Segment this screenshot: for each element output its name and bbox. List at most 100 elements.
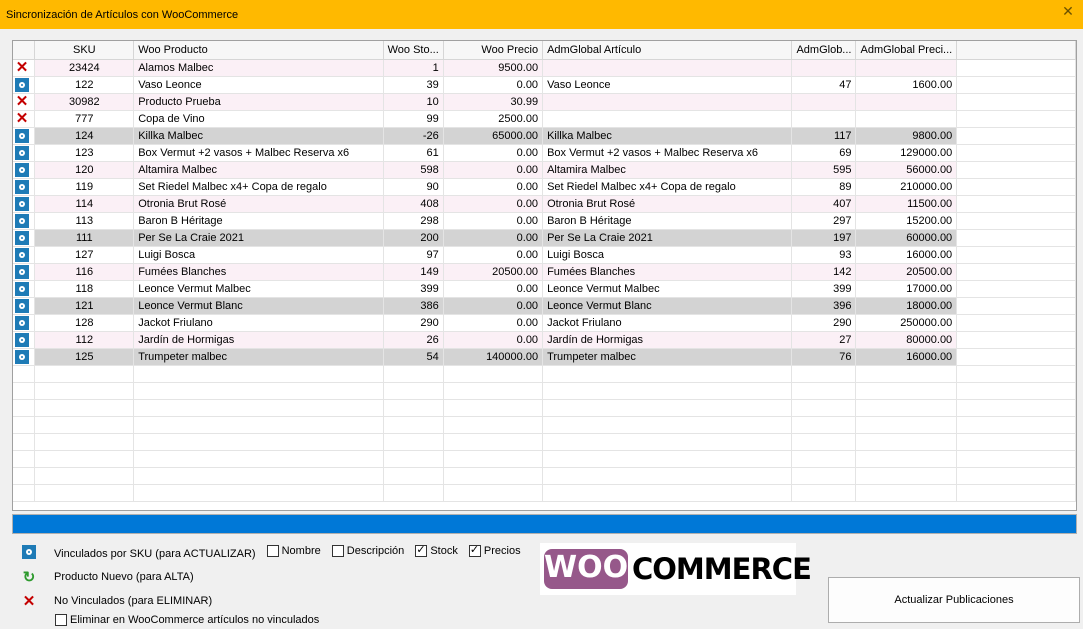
- cell-woo-producto: Copa de Vino: [133, 110, 384, 128]
- table-header: SKU Woo Producto Woo Sto... Woo Precio A…: [13, 41, 1076, 60]
- cell-admglobal-precio: 129000.00: [855, 144, 958, 162]
- cell-woo-stock: 39: [383, 76, 444, 94]
- checkbox-precios[interactable]: Precios: [468, 543, 521, 557]
- cell-woo-precio: 0.00: [443, 314, 544, 332]
- table-row[interactable]: 125 Trumpeter malbec 54 140000.00 Trumpeter …: [13, 348, 1076, 366]
- checkbox-stock[interactable]: Stock: [415, 543, 458, 557]
- checkbox-stock-box[interactable]: [415, 543, 428, 557]
- delete-unlinked-checkbox[interactable]: [55, 614, 67, 626]
- cell-admglobal-articulo: [542, 59, 793, 77]
- cell-woo-producto: Producto Prueba: [133, 93, 384, 111]
- cell-woo-producto: Luigi Bosca: [133, 246, 384, 264]
- table-row[interactable]: 123 Box Vermut +2 vasos + Malbec Reserva …: [13, 144, 1076, 162]
- table-row[interactable]: 127 Luigi Bosca 97 0.00 Luigi Bosca 93 16000.0…: [13, 246, 1076, 264]
- cell-woo-precio: 0.00: [443, 297, 544, 315]
- empty-cell: [34, 484, 135, 502]
- header-woo-stock[interactable]: Woo Sto...: [383, 41, 444, 60]
- header-filler: [956, 41, 1076, 60]
- empty-cell: [13, 433, 36, 451]
- cell-sku: 123: [34, 144, 135, 162]
- empty-cell: [383, 450, 444, 468]
- empty-cell: [956, 382, 1076, 400]
- table-row[interactable]: 118 Leonce Vermut Malbec 399 0.00 Leonce Ver…: [13, 280, 1076, 298]
- empty-row: [13, 484, 1076, 502]
- empty-cell: [791, 399, 857, 417]
- empty-cell: [956, 399, 1076, 417]
- update-publications-button[interactable]: Actualizar Publicaciones: [828, 577, 1080, 623]
- header-admglobal-stock[interactable]: AdmGlob...: [791, 41, 857, 60]
- row-status-cell: ✕: [13, 93, 36, 111]
- row-status-cell: ✕: [13, 110, 36, 128]
- header-admglobal-precio[interactable]: AdmGlobal Preci...: [855, 41, 958, 60]
- table-row[interactable]: 111 Per Se La Craie 2021 200 0.00 Per Se La …: [13, 229, 1076, 247]
- empty-cell: [956, 484, 1076, 502]
- cell-admglobal-articulo: Vaso Leonce: [542, 76, 793, 94]
- cell-woo-producto: Set Riedel Malbec x4+ Copa de regalo: [133, 178, 384, 196]
- checkbox-precios-box[interactable]: [468, 543, 481, 557]
- empty-cell: [542, 484, 793, 502]
- cell-woo-producto: Box Vermut +2 vasos + Malbec Reserva x6: [133, 144, 384, 162]
- table-row[interactable]: 121 Leonce Vermut Blanc 386 0.00 Leonce Verm…: [13, 297, 1076, 315]
- empty-cell: [383, 416, 444, 434]
- table-row[interactable]: 120 Altamira Malbec 598 0.00 Altamira Malbec…: [13, 161, 1076, 179]
- table-row[interactable]: ✕ 30982 Producto Prueba 10 30.99: [13, 93, 1076, 111]
- cell-admglobal-stock: 89: [791, 178, 857, 196]
- cell-woo-producto: Altamira Malbec: [133, 161, 384, 179]
- empty-cell: [13, 365, 36, 383]
- header-woo-producto[interactable]: Woo Producto: [133, 41, 384, 60]
- cell-woo-stock: 399: [383, 280, 444, 298]
- cell-admglobal-stock: 142: [791, 263, 857, 281]
- cell-woo-producto: Jardín de Hormigas: [133, 331, 384, 349]
- table-row[interactable]: 114 Otronia Brut Rosé 408 0.00 Otronia Brut …: [13, 195, 1076, 213]
- woocommerce-logo: WOO COMMERCE: [540, 543, 812, 595]
- header-woo-precio[interactable]: Woo Precio: [443, 41, 544, 60]
- table-row[interactable]: ✕ 23424 Alamos Malbec 1 9500.00: [13, 59, 1076, 77]
- cell-filler: [956, 59, 1076, 77]
- cell-admglobal-articulo: Set Riedel Malbec x4+ Copa de regalo: [542, 178, 793, 196]
- header-sku[interactable]: SKU: [34, 41, 135, 60]
- checkbox-descripcion[interactable]: Descripción: [331, 545, 404, 557]
- empty-cell: [443, 484, 544, 502]
- cell-admglobal-stock: 197: [791, 229, 857, 247]
- table-row[interactable]: 113 Baron B Héritage 298 0.00 Baron B Hérita…: [13, 212, 1076, 230]
- header-icon[interactable]: [13, 41, 36, 60]
- cell-filler: [956, 297, 1076, 315]
- legend-new: ↻ Producto Nuevo (para ALTA): [22, 570, 194, 585]
- empty-cell: [956, 450, 1076, 468]
- cell-admglobal-stock: 399: [791, 280, 857, 298]
- table-row[interactable]: 124 Killka Malbec -26 65000.00 Killka Malbec…: [13, 127, 1076, 145]
- delete-unlinked-option[interactable]: Eliminar en WooCommerce artículos no vin…: [55, 614, 319, 629]
- table-row[interactable]: 122 Vaso Leonce 39 0.00 Vaso Leonce 47 1600.00: [13, 76, 1076, 94]
- empty-cell: [34, 450, 135, 468]
- table-row[interactable]: ✕ 777 Copa de Vino 99 2500.00: [13, 110, 1076, 128]
- table-row[interactable]: 116 Fumées Blanches 149 20500.00 Fumées Blan…: [13, 263, 1076, 281]
- cell-admglobal-articulo: Baron B Héritage: [542, 212, 793, 230]
- empty-cell: [855, 382, 958, 400]
- table-row[interactable]: 119 Set Riedel Malbec x4+ Copa de regalo 9…: [13, 178, 1076, 196]
- legend-unlinked-label: No Vinculados (para ELIMINAR): [54, 595, 213, 607]
- x-icon: ✕: [15, 93, 29, 110]
- checkbox-stock-label: Stock: [430, 545, 458, 557]
- cell-woo-precio: 0.00: [443, 246, 544, 264]
- checkbox-nombre[interactable]: Nombre: [266, 545, 321, 557]
- empty-cell: [791, 382, 857, 400]
- row-status-cell: [13, 280, 36, 298]
- close-icon[interactable]: ✕: [1059, 2, 1077, 20]
- cell-admglobal-precio: 17000.00: [855, 280, 958, 298]
- cell-woo-producto: Vaso Leonce: [133, 76, 384, 94]
- empty-cell: [133, 382, 384, 400]
- table-row[interactable]: 112 Jardín de Hormigas 26 0.00 Jardín de Hor…: [13, 331, 1076, 349]
- cell-admglobal-precio: 16000.00: [855, 246, 958, 264]
- sync-grid[interactable]: SKU Woo Producto Woo Sto... Woo Precio A…: [12, 40, 1077, 511]
- row-status-cell: [13, 314, 36, 332]
- cell-admglobal-precio: 11500.00: [855, 195, 958, 213]
- empty-cell: [13, 382, 36, 400]
- link-icon: [15, 299, 29, 313]
- checkbox-nombre-box[interactable]: [266, 545, 279, 557]
- empty-cell: [443, 365, 544, 383]
- empty-cell: [133, 467, 384, 485]
- checkbox-descripcion-box[interactable]: [331, 545, 344, 557]
- table-row[interactable]: 128 Jackot Friulano 290 0.00 Jackot Friulano…: [13, 314, 1076, 332]
- empty-cell: [133, 484, 384, 502]
- header-admglobal-articulo[interactable]: AdmGlobal Artículo: [542, 41, 793, 60]
